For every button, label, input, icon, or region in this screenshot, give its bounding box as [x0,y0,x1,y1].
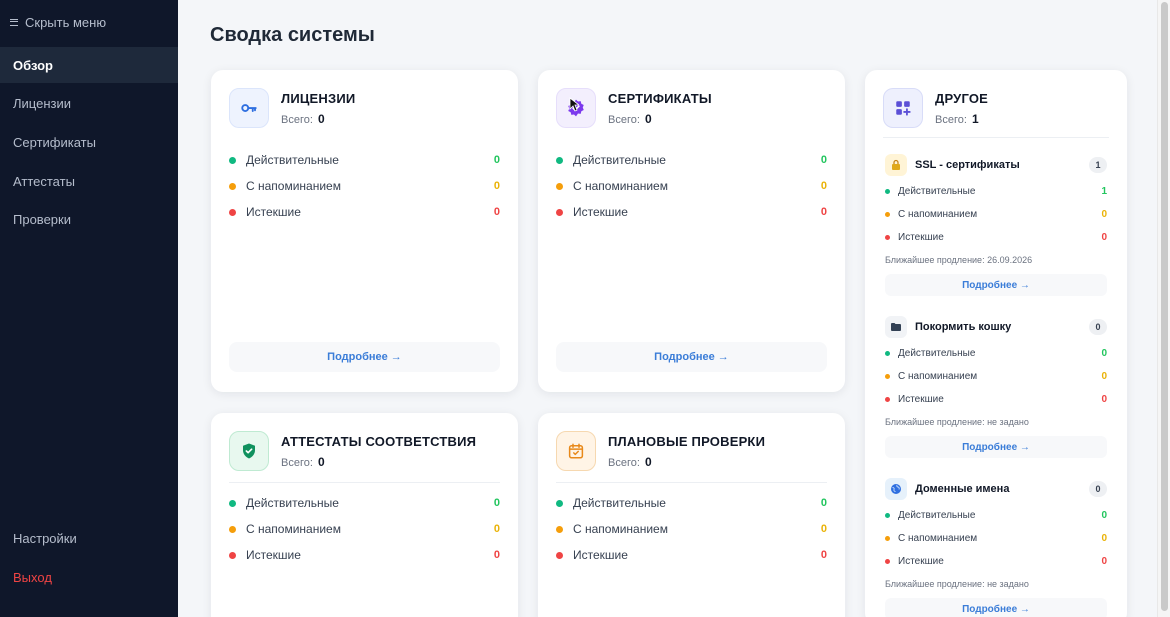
collapse-menu-button[interactable]: Скрыть меню [0,0,178,44]
shield-check-icon [229,431,269,471]
divider [556,482,827,483]
card-total: Всего: 0 [608,111,652,126]
stat-reminder: С напоминанием 0 [556,520,827,538]
sidebar-item-label: Сертификаты [13,134,96,150]
ssl-more-button[interactable]: Подробнее → [885,274,1107,296]
stat-valid: Действительные 0 [556,494,827,512]
card-total: Всего: 0 [281,454,325,469]
card-title: ПЛАНОВЫЕ ПРОВЕРКИ [608,433,766,449]
stat-expired: Истекшие 0 [556,203,827,221]
stat-reminder: С напоминанием 0 [229,177,500,195]
sidebar: Скрыть меню Обзор Лицензии Сертификаты А… [0,0,178,617]
cat-section-header: Покормить кошку 0 [885,316,1107,338]
sidebar-item-overview[interactable]: Обзор [0,47,178,83]
divider [229,482,500,483]
page-title: Сводка системы [210,24,375,46]
renewal-date: Ближайшее продление: не задано [885,417,1029,427]
more-button[interactable]: Подробнее → [556,342,827,372]
cat-more-button[interactable]: Подробнее → [885,436,1107,458]
card-title: ЛИЦЕНЗИИ [281,90,356,106]
other-card: ДРУГОЕ Всего: 1 SSL - сертификаты 1 Дейс… [865,70,1127,617]
cat-section-title: Покормить кошку [915,321,1012,333]
ssl-section-header: SSL - сертификаты 1 [885,154,1107,176]
card-title: СЕРТИФИКАТЫ [608,90,712,106]
card-title: АТТЕСТАТЫ СООТВЕТСТВИЯ [281,433,477,449]
sidebar-item-certificates[interactable]: Сертификаты [0,124,178,160]
certificates-card: СЕРТИФИКАТЫ Всего: 0 Действительные 0 С н… [538,70,845,392]
stat-expired: Истекшие 0 [885,230,1107,244]
stat-valid: Действительные 0 [885,508,1107,522]
stat-valid: Действительные 0 [229,151,500,169]
card-total: Всего: 0 [608,454,652,469]
domains-more-button[interactable]: Подробнее → [885,598,1107,617]
card-title: ДРУГОЕ [935,90,989,106]
stat-reminder: С напоминанием 0 [885,531,1107,545]
count-badge: 0 [1089,481,1107,497]
renewal-date: Ближайшее продление: 26.09.2026 [885,255,1033,265]
stat-valid: Действительные 1 [885,184,1107,198]
sidebar-item-label: Лицензии [13,95,71,111]
globe-icon [885,478,907,500]
sidebar-item-attestations[interactable]: Аттестаты [0,163,178,199]
folder-icon [885,316,907,338]
stat-reminder: С напоминанием 0 [885,207,1107,221]
stat-valid: Действительные 0 [885,346,1107,360]
sidebar-item-settings[interactable]: Настройки [0,520,178,556]
inspections-card: ПЛАНОВЫЕ ПРОВЕРКИ Всего: 0 Действительны… [538,413,845,617]
sidebar-item-logout[interactable]: Выход [0,559,178,595]
sidebar-item-label: Обзор [13,57,53,73]
divider [883,137,1109,138]
licenses-card: ЛИЦЕНЗИИ Всего: 0 Действительные 0 С напо… [211,70,518,392]
mouse-cursor-icon [569,97,579,112]
stat-expired: Истекшие 0 [229,546,500,564]
collapse-menu-label: Скрыть меню [25,14,107,30]
scrollbar-thumb[interactable] [1161,2,1168,611]
card-total: Всего: 0 [281,111,325,126]
hamburger-icon [10,18,18,26]
sidebar-item-inspections[interactable]: Проверки [0,201,178,237]
stat-valid: Действительные 0 [556,151,827,169]
sidebar-item-label: Настройки [13,530,77,546]
attestations-card: АТТЕСТАТЫ СООТВЕТСТВИЯ Всего: 0 Действит… [211,413,518,617]
stat-expired: Истекшие 0 [229,203,500,221]
stat-reminder: С напоминанием 0 [885,369,1107,383]
sidebar-item-label: Проверки [13,211,71,227]
lock-icon [885,154,907,176]
count-badge: 0 [1089,319,1107,335]
card-total: Всего: 1 [935,111,979,126]
stat-reminder: С напоминанием 0 [556,177,827,195]
stat-expired: Истекшие 0 [885,554,1107,568]
grid-plus-icon [883,88,923,128]
calendar-check-icon [556,431,596,471]
stat-expired: Истекшие 0 [556,546,827,564]
renewal-date: Ближайшее продление: не задано [885,579,1029,589]
scrollbar[interactable] [1157,0,1170,617]
sidebar-item-label: Выход [13,569,52,585]
more-button[interactable]: Подробнее → [229,342,500,372]
stat-valid: Действительные 0 [229,494,500,512]
count-badge: 1 [1089,157,1107,173]
ssl-section-title: SSL - сертификаты [915,159,1020,171]
sidebar-item-licenses[interactable]: Лицензии [0,85,178,121]
domains-section-header: Доменные имена 0 [885,478,1107,500]
stat-expired: Истекшие 0 [885,392,1107,406]
stat-reminder: С напоминанием 0 [229,520,500,538]
key-icon [229,88,269,128]
domains-section-title: Доменные имена [915,483,1010,495]
sidebar-item-label: Аттестаты [13,173,75,189]
